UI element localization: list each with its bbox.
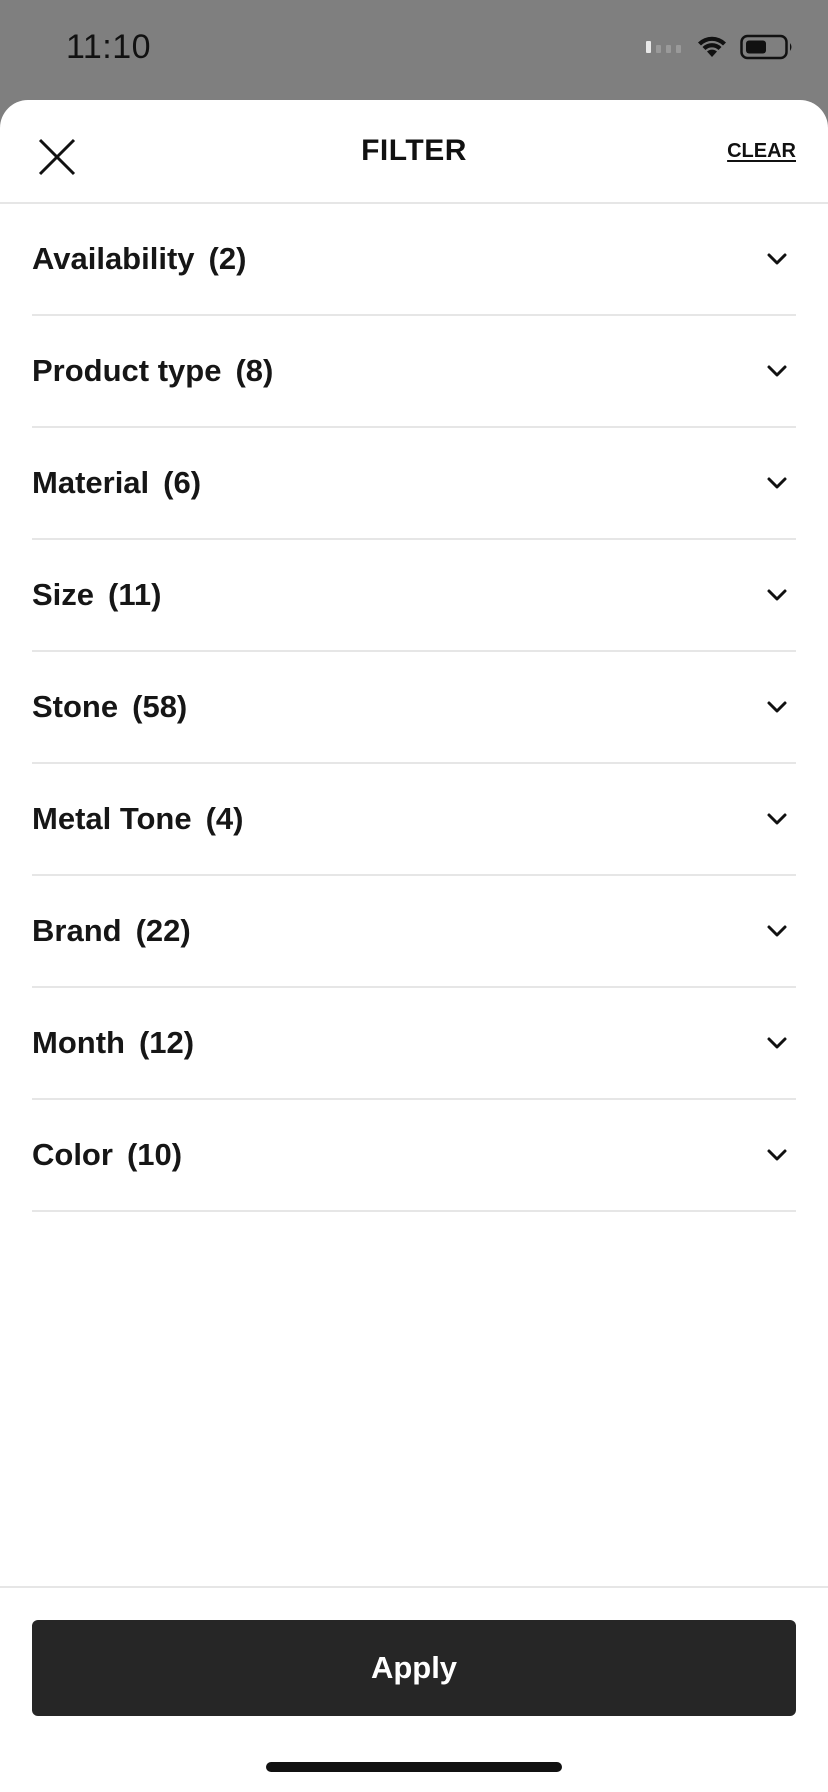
filter-count: (11) [108,577,162,612]
chevron-down-icon [767,253,787,265]
filter-row-text: Stone (58) [32,689,187,725]
filter-count: (10) [126,1137,183,1172]
filter-row-text: Brand (22) [32,913,191,949]
cellular-signal-icon [646,41,681,53]
apply-button[interactable]: Apply [32,1620,796,1716]
filter-list: Availability (2) Product type (8) Material… [32,204,796,1212]
filter-label: Product type [32,353,222,388]
sheet-header: FILTER CLEAR [0,100,828,204]
filter-count: (12) [138,1025,195,1060]
clear-button[interactable]: CLEAR [727,140,796,163]
chevron-down-icon [767,813,787,825]
filter-row-size[interactable]: Size (11) [32,540,796,652]
filter-label: Material [32,465,150,500]
sheet-footer: Apply [0,1586,828,1792]
chevron-down-icon [767,1149,787,1161]
chevron-down-icon [767,477,787,489]
filter-label: Month [32,1025,125,1060]
filter-label: Size [32,577,95,612]
filter-row-text: Size (11) [32,577,161,613]
filter-count: (8) [235,353,274,388]
filter-row-brand[interactable]: Brand (22) [32,876,796,988]
chevron-down-icon [767,701,787,713]
filter-sheet: FILTER CLEAR Availability (2) Product typ… [0,100,828,1792]
status-bar: 11:10 [0,0,828,100]
filter-row-text: Material (6) [32,465,201,501]
filter-row-metal-tone[interactable]: Metal Tone (4) [32,764,796,876]
filter-row-text: Availability (2) [32,241,246,277]
filter-row-text: Metal Tone (4) [32,801,244,837]
filter-count: (22) [135,913,191,948]
home-indicator [266,1762,562,1772]
status-time: 11:10 [66,28,152,66]
chevron-down-icon [767,589,787,601]
filter-count: (2) [208,241,247,276]
filter-count: (6) [163,465,202,500]
battery-icon [740,34,792,60]
filter-row-text: Product type (8) [32,353,273,389]
status-icons [646,34,794,60]
filter-row-material[interactable]: Material (6) [32,428,796,540]
filter-row-availability[interactable]: Availability (2) [32,204,796,316]
chevron-down-icon [767,1037,787,1049]
filter-row-text: Color (10) [32,1137,182,1173]
filter-row-text: Month (12) [32,1025,194,1061]
filter-label: Color [32,1137,113,1172]
filter-label: Brand [32,913,122,948]
filter-count: (4) [205,801,244,836]
wifi-icon [698,36,726,57]
filter-row-month[interactable]: Month (12) [32,988,796,1100]
filter-label: Availability [32,241,195,276]
filter-label: Stone [32,689,119,724]
filter-row-color[interactable]: Color (10) [32,1100,796,1212]
filter-label: Metal Tone [32,801,192,836]
filter-row-product-type[interactable]: Product type (8) [32,316,796,428]
filter-row-stone[interactable]: Stone (58) [32,652,796,764]
chevron-down-icon [767,925,787,937]
chevron-down-icon [767,365,787,377]
filter-count: (58) [132,689,188,724]
page-title: FILTER [361,134,467,167]
